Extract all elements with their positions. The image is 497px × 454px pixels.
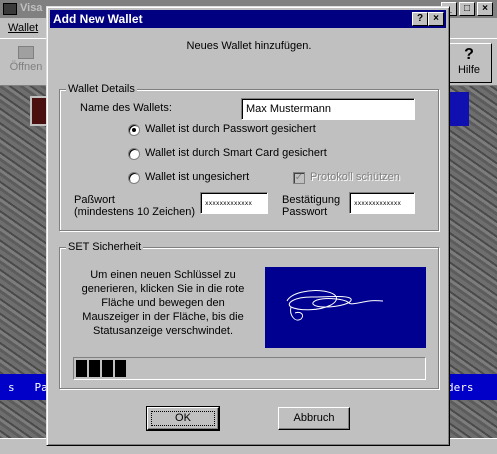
wallet-name-input[interactable] [241,98,415,120]
set-instructions-text: Um einen neuen Schlüssel zu generieren, … [81,269,245,337]
progress-block [76,360,87,377]
radio-button[interactable] [128,148,140,160]
question-icon: ? [464,46,474,63]
close-dialog-icon[interactable]: × [428,12,444,26]
mouse-trail-scribble [286,290,384,321]
password-label: Paßwort (mindestens 10 Zeichen) [74,194,196,218]
radio-button-checked[interactable] [128,124,140,136]
background-app-title: Visa [20,2,43,14]
close-icon[interactable]: × [477,2,493,16]
menu-wallet[interactable]: Wallet [8,22,38,34]
radio-password-label: Wallet ist durch Passwort gesichert [145,123,316,135]
radio-smartcard-label: Wallet ist durch Smart Card gesichert [145,147,327,159]
progress-block [102,360,113,377]
radio-unsecured-label: Wallet ist ungesichert [145,171,250,183]
password-input[interactable] [200,192,268,214]
ticker-text-right: ders [447,381,474,394]
ok-button[interactable]: OK [146,406,220,431]
confirm-password-input[interactable] [349,192,415,214]
progress-block [115,360,126,377]
open-button-label: Öffnen [9,61,43,73]
progress-block [89,360,100,377]
radio-button[interactable] [128,172,140,184]
dialog-title: Add New Wallet [53,12,143,26]
set-security-group: SET Sicherheit Um einen neuen Schlüssel … [59,241,439,389]
app-icon [3,3,17,15]
wallet-details-label: Wallet Details [66,83,137,95]
help-icon[interactable]: ? [412,12,428,26]
cancel-button[interactable]: Abbruch [278,407,350,430]
key-generation-progress [73,357,426,380]
open-button[interactable]: Öffnen [4,43,48,83]
protocol-checkbox: ✓ [293,172,305,184]
random-key-area[interactable] [265,267,426,348]
blue-panel-edge [448,92,469,126]
confirm-password-label: Bestätigung Passwort [282,194,341,218]
wallet-name-label: Name des Wallets: [80,102,172,114]
maximize-icon[interactable]: □ [459,2,475,16]
help-toolbar-label: Hilfe [457,64,480,76]
focus-rect [151,411,215,426]
help-toolbar-button[interactable]: ? Hilfe [446,43,492,83]
wallet-details-group: Wallet Details Name des Wallets: Wallet … [59,83,439,231]
ticker-text-left: s Pa [8,381,48,394]
add-wallet-dialog: Add New Wallet ? × Neues Wallet hinzufüg… [46,6,450,446]
dialog-subtitle: Neues Wallet hinzufügen. [186,40,312,52]
protocol-checkbox-label: Protokoll schützen [310,171,400,183]
set-security-label: SET Sicherheit [66,241,144,253]
dialog-titlebar[interactable]: Add New Wallet ? × [50,10,446,28]
folder-icon [18,46,34,59]
